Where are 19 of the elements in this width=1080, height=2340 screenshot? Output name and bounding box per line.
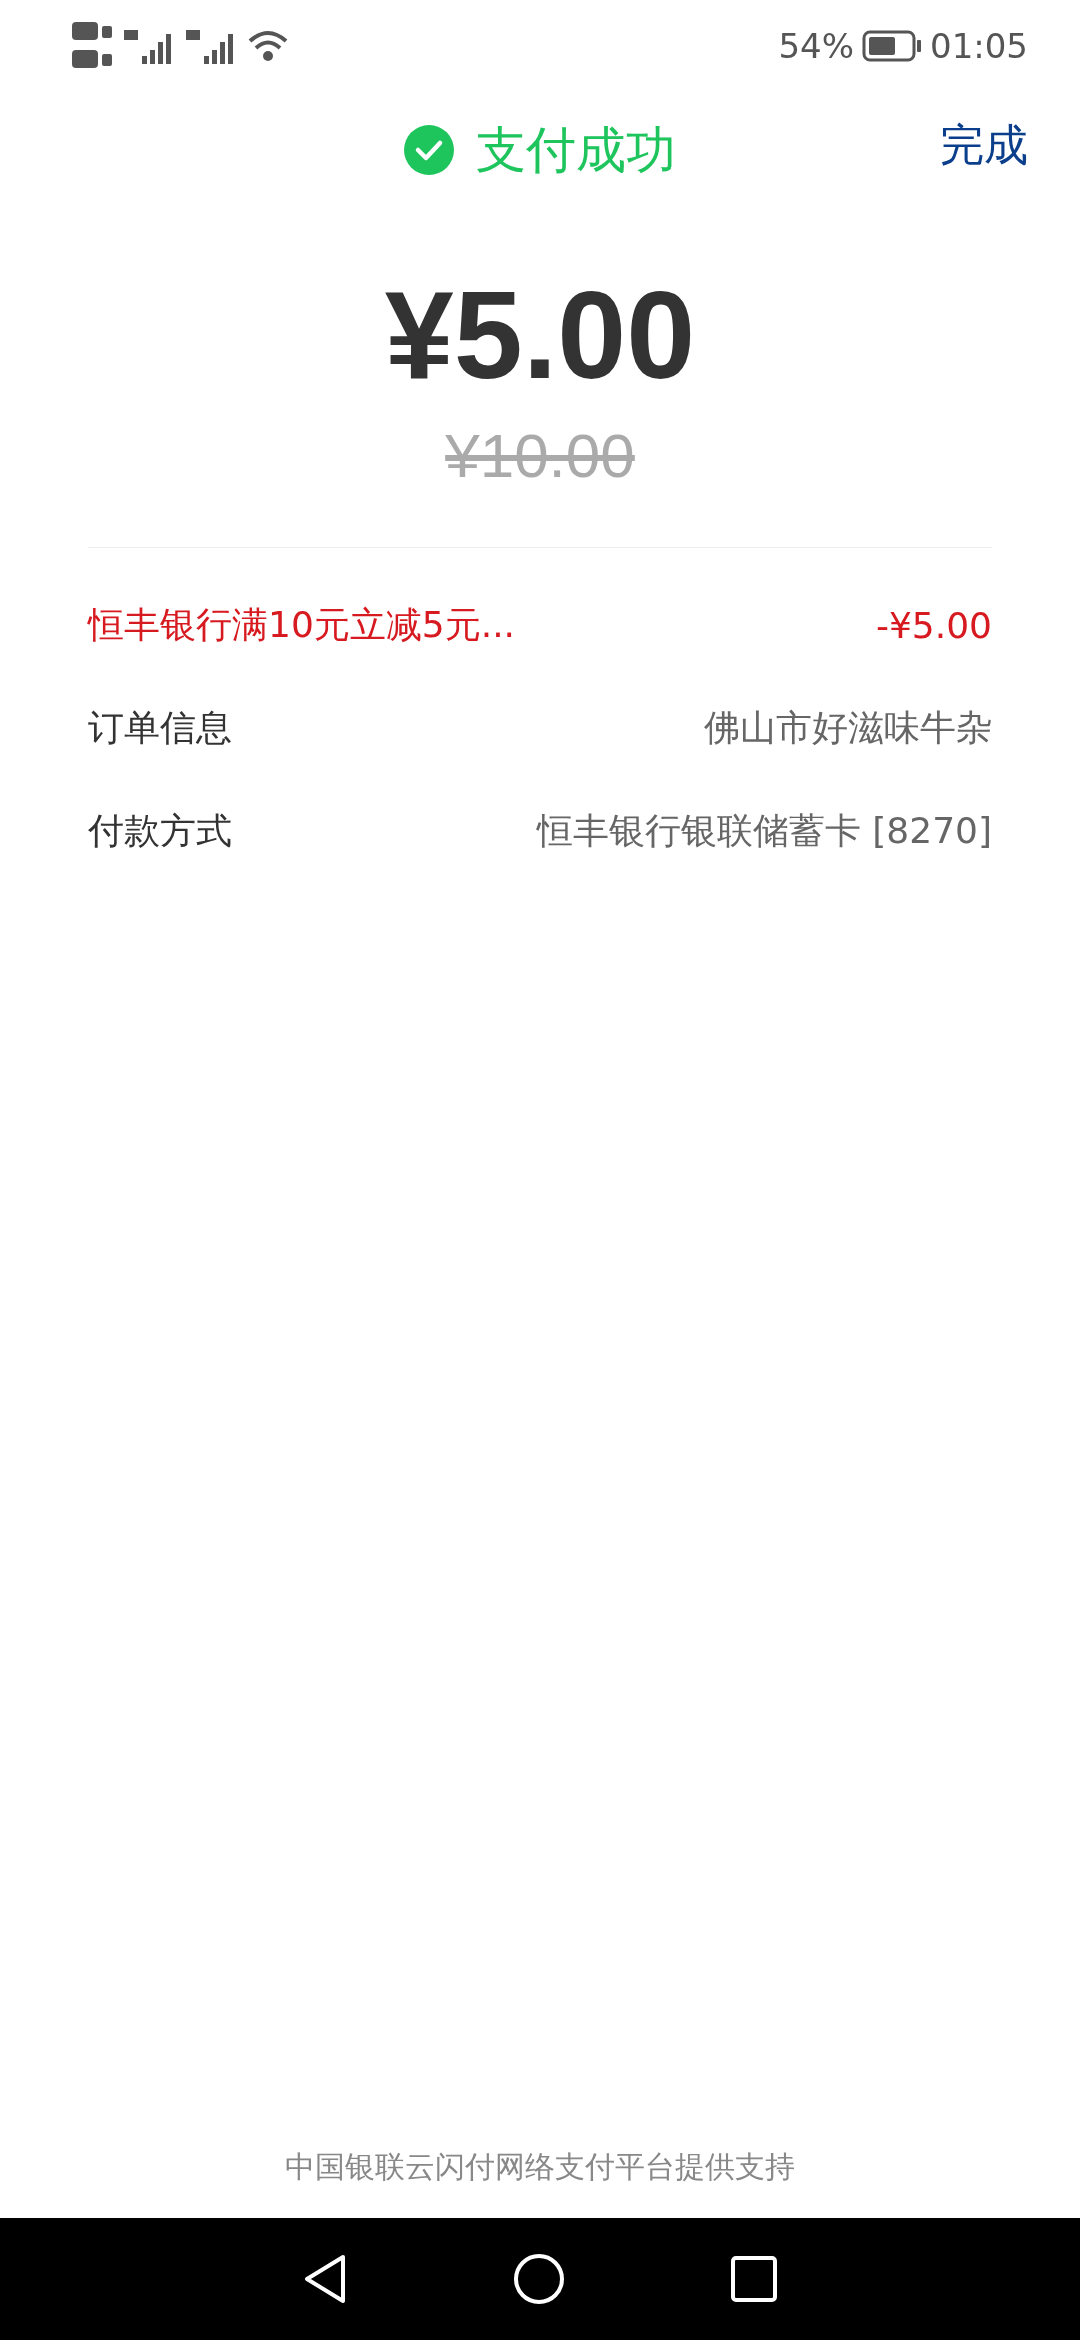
row-label: 付款方式 <box>88 809 232 853</box>
row-value: 佛山市好滋味牛杂 <box>704 706 992 750</box>
row-value: 恒丰银行银联储蓄卡 [8270] <box>536 809 992 853</box>
footer-text: 中国银联云闪付网络支付平台提供支持 <box>284 2148 796 2186</box>
done-button[interactable]: 完成 <box>940 116 1028 175</box>
battery-percent: 54% <box>778 26 854 66</box>
wifi-icon <box>248 29 288 63</box>
check-circle-icon <box>404 125 454 175</box>
home-icon[interactable] <box>513 2253 565 2305</box>
row-label: 订单信息 <box>88 706 232 750</box>
paid-amount: ¥5.00 <box>383 265 697 406</box>
battery-icon <box>862 30 922 62</box>
success-title: 支付成功 <box>476 119 676 181</box>
back-icon[interactable] <box>303 2254 347 2304</box>
clock: 01:05 <box>930 26 1028 66</box>
recents-icon[interactable] <box>731 2256 777 2302</box>
original-amount: ¥10.00 <box>445 420 635 491</box>
row-value: -¥5.00 <box>875 605 992 646</box>
row-label: 恒丰银行满10元立减5元... <box>88 603 516 647</box>
